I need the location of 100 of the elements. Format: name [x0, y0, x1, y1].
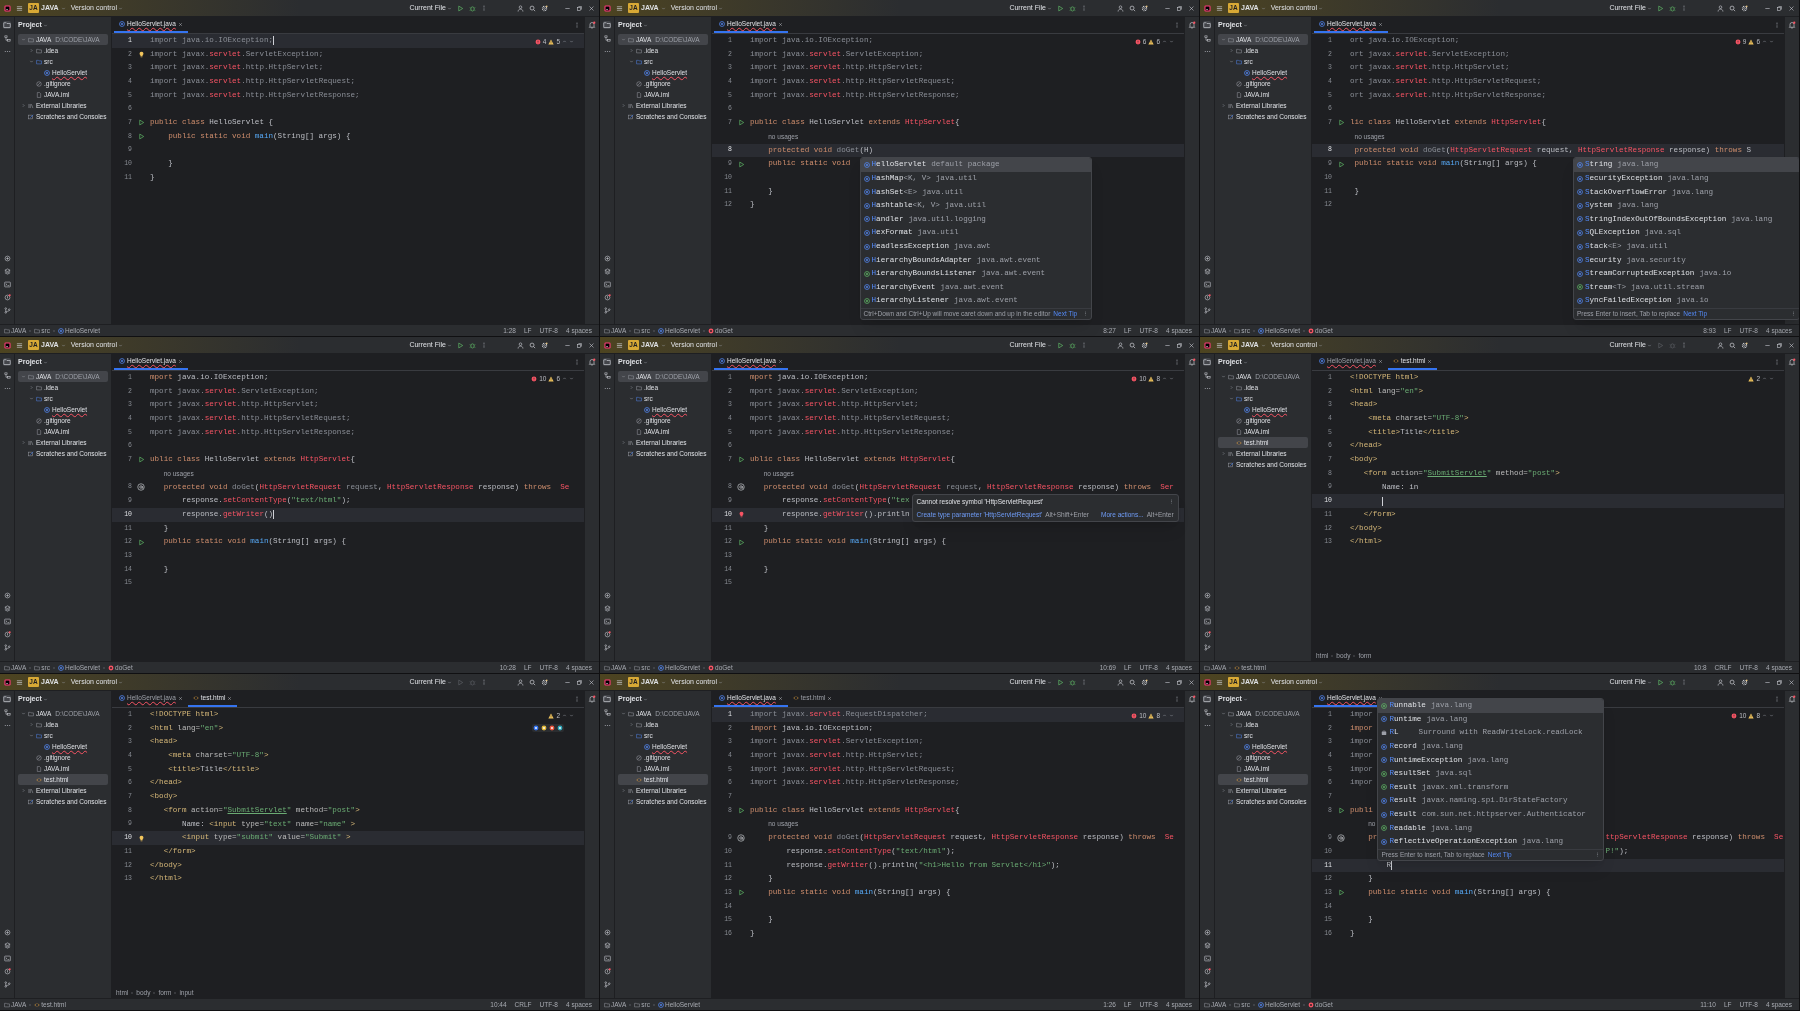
problems-icon[interactable] [603, 631, 611, 638]
menu-icon[interactable] [1216, 678, 1223, 686]
more-icon[interactable] [3, 48, 11, 55]
notification-bell-icon[interactable] [588, 358, 596, 366]
folder-icon[interactable] [1203, 21, 1211, 29]
bug-icon[interactable] [1669, 4, 1676, 12]
plugin-icon[interactable] [1203, 929, 1211, 936]
restore-icon[interactable] [576, 341, 583, 349]
user-icon[interactable] [1117, 678, 1124, 686]
menu-icon[interactable] [616, 678, 623, 686]
user-icon[interactable] [1117, 341, 1124, 349]
layers-icon[interactable] [1203, 605, 1211, 612]
search-icon[interactable] [1729, 341, 1736, 349]
plugin-icon[interactable] [3, 255, 11, 262]
notification-bell-icon[interactable] [1188, 695, 1196, 703]
settings-icon[interactable] [1141, 4, 1148, 12]
structure-icon[interactable] [3, 709, 11, 716]
run-icon[interactable] [137, 538, 145, 546]
search-icon[interactable] [1129, 341, 1136, 349]
run-icon[interactable] [1057, 678, 1064, 686]
close-icon[interactable] [588, 341, 595, 349]
problems-icon[interactable] [3, 294, 11, 301]
close-icon[interactable] [1788, 4, 1795, 12]
restore-icon[interactable] [1176, 341, 1183, 349]
run-icon[interactable] [457, 341, 464, 349]
settings-icon[interactable] [1741, 341, 1748, 349]
menu-icon[interactable] [16, 678, 23, 686]
search-icon[interactable] [1129, 4, 1136, 12]
folder-icon[interactable] [603, 358, 611, 366]
terminal-icon[interactable] [3, 281, 11, 288]
restore-icon[interactable] [1776, 4, 1783, 12]
search-icon[interactable] [529, 4, 536, 12]
run-icon[interactable] [737, 456, 745, 464]
bulb-icon[interactable] [737, 511, 745, 519]
settings-icon[interactable] [1141, 341, 1148, 349]
restore-icon[interactable] [1776, 678, 1783, 686]
notification-bell-icon[interactable] [1788, 21, 1796, 29]
problems-icon[interactable] [1203, 968, 1211, 975]
close-icon[interactable] [588, 4, 595, 12]
user-icon[interactable] [517, 678, 524, 686]
notification-bell-icon[interactable] [1188, 21, 1196, 29]
folder-icon[interactable] [3, 21, 11, 29]
structure-icon[interactable] [3, 372, 11, 379]
notification-bell-icon[interactable] [588, 21, 596, 29]
plugin-icon[interactable] [3, 929, 11, 936]
at-sign-icon[interactable] [737, 483, 745, 492]
layers-icon[interactable] [3, 942, 11, 949]
at-sign-icon[interactable] [1337, 834, 1345, 843]
terminal-icon[interactable] [603, 618, 611, 625]
more-icon[interactable] [603, 48, 611, 55]
bulb-icon[interactable] [137, 834, 145, 842]
structure-icon[interactable] [3, 35, 11, 42]
notification-bell-icon[interactable] [588, 695, 596, 703]
terminal-icon[interactable] [1203, 618, 1211, 625]
more-icon[interactable] [1203, 385, 1211, 392]
run-icon[interactable] [1337, 807, 1345, 815]
search-icon[interactable] [1729, 678, 1736, 686]
bug-icon[interactable] [1069, 341, 1076, 349]
run-icon[interactable] [737, 807, 745, 815]
git-branch-icon[interactable] [3, 981, 11, 988]
run-icon[interactable] [737, 538, 745, 546]
git-branch-icon[interactable] [603, 644, 611, 651]
close-icon[interactable] [1188, 4, 1195, 12]
terminal-icon[interactable] [1203, 955, 1211, 962]
run-icon[interactable] [737, 119, 745, 127]
bug-icon[interactable] [469, 341, 476, 349]
git-branch-icon[interactable] [1203, 307, 1211, 314]
more-icon[interactable] [603, 722, 611, 729]
search-icon[interactable] [529, 341, 536, 349]
structure-icon[interactable] [603, 372, 611, 379]
restore-icon[interactable] [1176, 4, 1183, 12]
run-icon[interactable] [1057, 4, 1064, 12]
more-icon[interactable] [603, 385, 611, 392]
terminal-icon[interactable] [3, 955, 11, 962]
run-icon[interactable] [737, 160, 745, 168]
plugin-icon[interactable] [603, 929, 611, 936]
user-icon[interactable] [1717, 678, 1724, 686]
structure-icon[interactable] [1203, 709, 1211, 716]
folder-icon[interactable] [1203, 358, 1211, 366]
restore-icon[interactable] [576, 4, 583, 12]
settings-icon[interactable] [1141, 678, 1148, 686]
more-icon[interactable] [3, 385, 11, 392]
terminal-icon[interactable] [603, 281, 611, 288]
structure-icon[interactable] [603, 35, 611, 42]
restore-icon[interactable] [1776, 341, 1783, 349]
layers-icon[interactable] [603, 942, 611, 949]
plugin-icon[interactable] [3, 592, 11, 599]
user-icon[interactable] [1717, 4, 1724, 12]
structure-icon[interactable] [603, 709, 611, 716]
run-icon[interactable] [1337, 160, 1345, 168]
bulb-icon[interactable] [137, 51, 145, 59]
close-icon[interactable] [1188, 341, 1195, 349]
git-branch-icon[interactable] [603, 981, 611, 988]
user-icon[interactable] [517, 4, 524, 12]
folder-icon[interactable] [3, 358, 11, 366]
structure-icon[interactable] [1203, 35, 1211, 42]
close-icon[interactable] [1788, 678, 1795, 686]
more-icon[interactable] [1203, 48, 1211, 55]
bug-icon[interactable] [1069, 678, 1076, 686]
git-branch-icon[interactable] [3, 307, 11, 314]
